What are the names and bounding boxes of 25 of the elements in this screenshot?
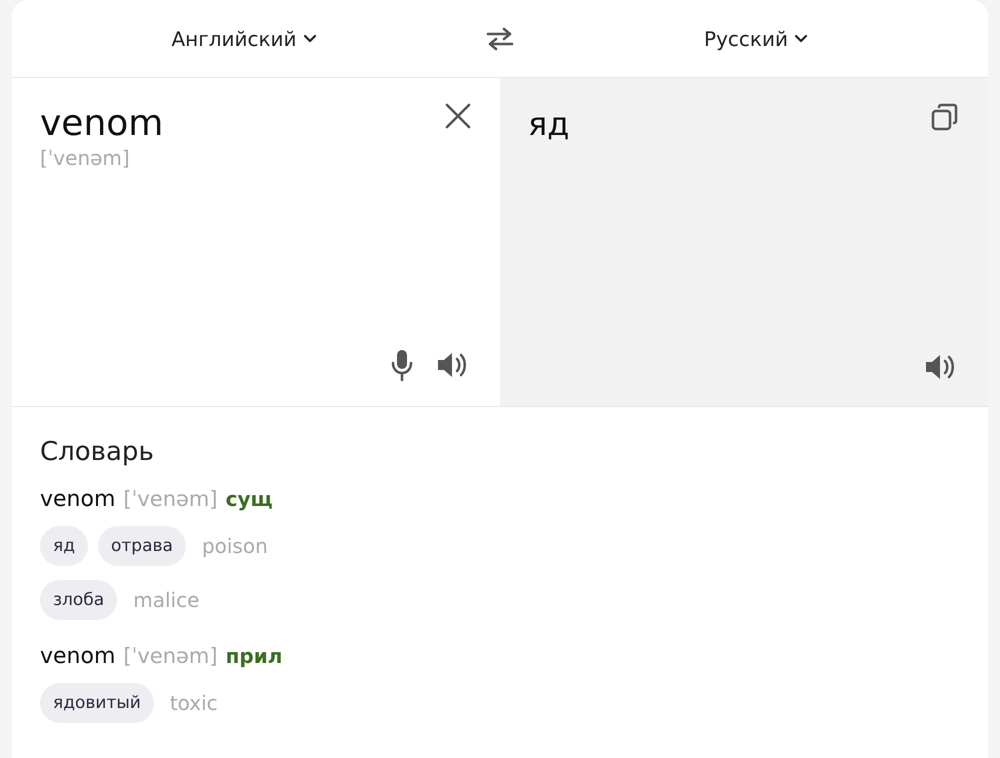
synonym: malice	[133, 588, 200, 612]
translation-chip[interactable]: ядовитый	[40, 683, 154, 723]
synonym: toxic	[170, 691, 218, 715]
translation-chip[interactable]: яд	[40, 526, 88, 566]
dictionary-title: Словарь	[40, 437, 155, 467]
translation-text: яд	[528, 104, 570, 145]
transcription: [ˈvenəm]	[123, 487, 218, 511]
synonym: poison	[202, 534, 268, 558]
close-icon[interactable]	[444, 102, 472, 130]
chevron-down-icon	[794, 32, 808, 45]
headword: venom	[40, 487, 116, 512]
copy-icon[interactable]	[930, 102, 960, 132]
translation-chip[interactable]: отрава	[98, 526, 186, 566]
microphone-icon[interactable]	[390, 348, 414, 382]
translation-chip[interactable]: злоба	[40, 580, 118, 620]
swap-icon[interactable]	[485, 26, 515, 52]
transcription: [ˈvenəm]	[40, 146, 131, 170]
part-of-speech: сущ	[226, 487, 273, 511]
transcription: [ˈvenəm]	[123, 644, 218, 668]
chevron-down-icon	[302, 32, 317, 45]
source-text[interactable]: venom	[40, 102, 164, 146]
headword: venom	[40, 644, 116, 669]
source-language-dropdown[interactable]: Английский	[165, 22, 323, 54]
part-of-speech: прил	[226, 644, 282, 668]
target-language-dropdown[interactable]: Русский	[698, 22, 814, 54]
